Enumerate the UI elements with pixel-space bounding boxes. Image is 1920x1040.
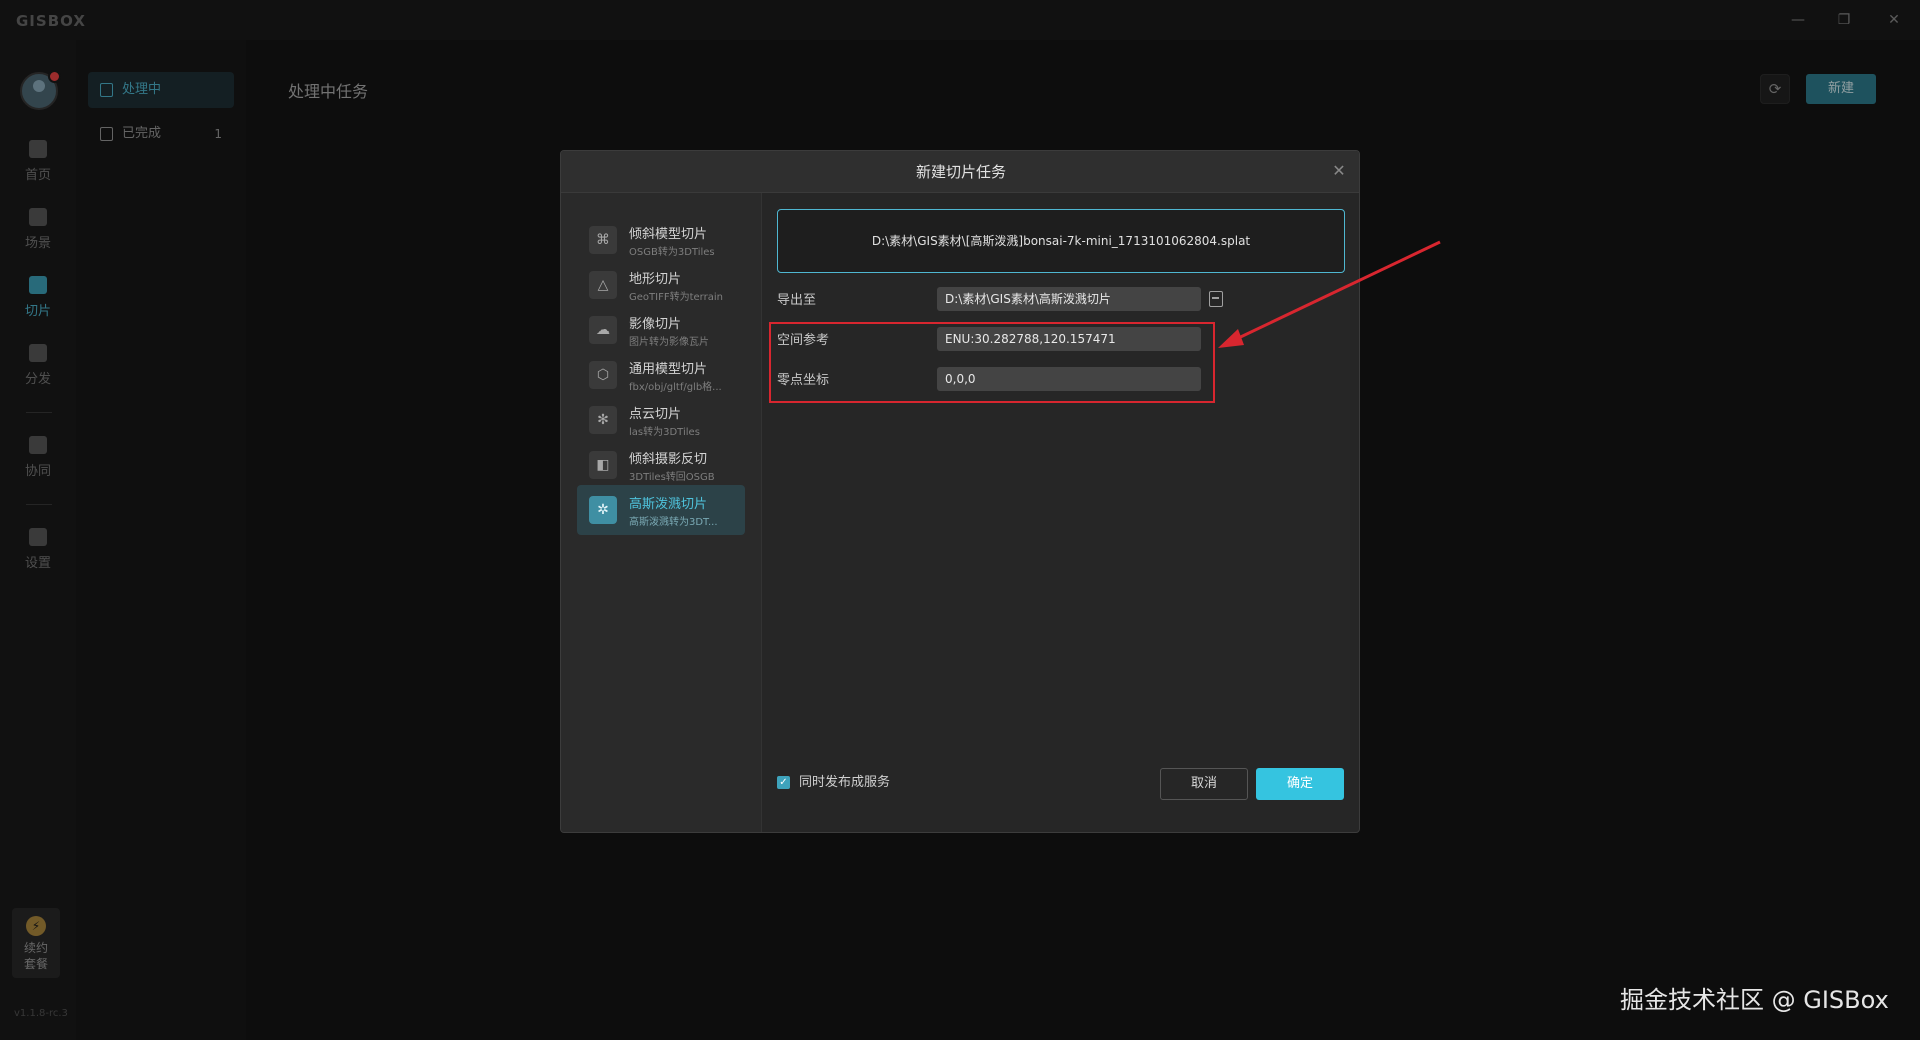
box-icon: ⬡ xyxy=(589,361,617,389)
publish-label: 同时发布成服务 xyxy=(799,775,891,790)
origin-field[interactable]: 0,0,0 xyxy=(937,367,1201,391)
type-desc: OSGB转为3DTiles xyxy=(629,247,715,258)
type-reverse-oblique[interactable]: ◧ 倾斜摄影反切 3DTiles转回OSGB xyxy=(577,440,745,490)
arrow-shaft xyxy=(1229,240,1441,344)
point-cloud-icon: ✻ xyxy=(589,406,617,434)
arrow-head xyxy=(1218,329,1244,348)
srs-field[interactable]: ENU:30.282788,120.157471 xyxy=(937,327,1201,351)
close-icon[interactable]: ✕ xyxy=(1329,161,1349,181)
annotation-arrow xyxy=(1218,240,1441,348)
type-name: 地形切片 xyxy=(629,272,682,287)
origin-label: 零点坐标 xyxy=(777,373,830,388)
confirm-button[interactable]: 确定 xyxy=(1256,768,1344,800)
type-point-cloud[interactable]: ✻ 点云切片 las转为3DTiles xyxy=(577,395,745,445)
dialog-title: 新建切片任务 xyxy=(915,163,1006,181)
publish-checkbox[interactable]: ✓ xyxy=(777,776,790,789)
dialog-header: 新建切片任务 ✕ xyxy=(561,151,1359,193)
srs-label: 空间参考 xyxy=(777,333,830,348)
type-name: 点云切片 xyxy=(629,407,682,422)
command-icon: ⌘ xyxy=(589,226,617,254)
type-name: 通用模型切片 xyxy=(629,362,708,377)
type-desc: 高斯泼溅转为3DT... xyxy=(629,517,718,528)
type-name: 倾斜模型切片 xyxy=(629,227,708,242)
type-desc: GeoTIFF转为terrain xyxy=(629,292,723,303)
type-desc: las转为3DTiles xyxy=(629,427,700,438)
type-desc: 图片转为影像瓦片 xyxy=(629,337,709,348)
cloud-icon: ☁ xyxy=(589,316,617,344)
watermark: 掘金技术社区 @ GISBox xyxy=(1620,986,1889,1014)
type-desc: fbx/obj/gltf/glb格... xyxy=(629,382,722,393)
type-name: 高斯泼溅切片 xyxy=(629,497,708,512)
export-label: 导出至 xyxy=(777,293,817,308)
reverse-icon: ◧ xyxy=(589,451,617,479)
export-path-field[interactable]: D:\素材\GIS素材\高斯泼溅切片 xyxy=(937,287,1201,311)
publish-service-option[interactable]: ✓ 同时发布成服务 xyxy=(777,775,890,791)
type-imagery[interactable]: ☁ 影像切片 图片转为影像瓦片 xyxy=(577,305,745,355)
splat-icon: ✲ xyxy=(589,496,617,524)
type-name: 倾斜摄影反切 xyxy=(629,452,708,467)
type-gaussian-splat[interactable]: ✲ 高斯泼溅切片 高斯泼溅转为3DT... xyxy=(577,485,745,535)
type-oblique-model[interactable]: ⌘ 倾斜模型切片 OSGB转为3DTiles xyxy=(577,215,745,265)
terrain-icon: △ xyxy=(589,271,617,299)
slice-type-list: ⌘ 倾斜模型切片 OSGB转为3DTiles △ 地形切片 GeoTIFF转为t… xyxy=(561,193,762,832)
cancel-button[interactable]: 取消 xyxy=(1160,768,1248,800)
type-general-model[interactable]: ⬡ 通用模型切片 fbx/obj/gltf/glb格... xyxy=(577,350,745,400)
type-name: 影像切片 xyxy=(629,317,682,332)
type-terrain[interactable]: △ 地形切片 GeoTIFF转为terrain xyxy=(577,260,745,310)
type-desc: 3DTiles转回OSGB xyxy=(629,472,715,483)
